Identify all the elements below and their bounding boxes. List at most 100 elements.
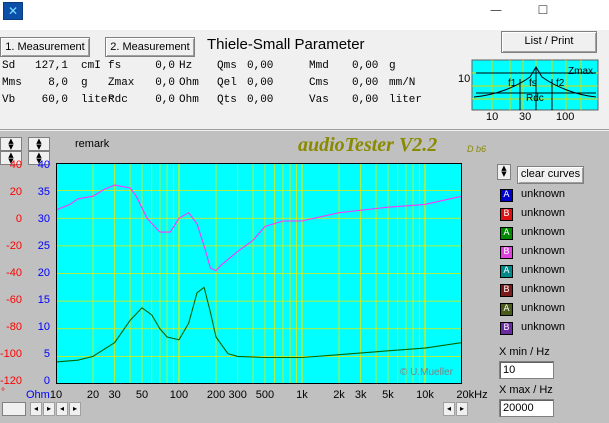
y-tick-impedance: 30	[37, 213, 50, 225]
app-brand: audioTester V2.2	[298, 134, 438, 156]
mini-graph-zmax-label: Zmax	[568, 66, 593, 77]
param-fs-unit: Hz	[179, 60, 193, 72]
mini-graph-x-tick: 100	[556, 111, 575, 123]
mini-graph-y-label: 10	[458, 73, 471, 85]
x-tick-label: 10	[49, 389, 63, 401]
scroll-right-button-2[interactable]: ▸	[69, 402, 81, 416]
param-qms-label: Qms	[217, 60, 237, 72]
x-zoom-control[interactable]	[2, 402, 26, 416]
y-tick-phase: -20	[6, 240, 22, 252]
y-scale-spinner-red[interactable]: ▲ ▼	[0, 137, 22, 151]
y-tick-impedance: 5	[43, 348, 50, 360]
y-tick-phase: -80	[6, 321, 22, 333]
param-rdc-value: 0,0	[155, 94, 175, 106]
legend-item[interactable]: Bunknown	[500, 283, 600, 299]
param-mms-label: Mms	[2, 77, 22, 89]
xmin-label: X min / Hz	[499, 346, 550, 358]
legend-item[interactable]: Aunknown	[500, 226, 600, 242]
legend-swatch: B	[500, 208, 513, 221]
y-tick-phase: 20	[9, 186, 22, 198]
y-tick-impedance: 0	[43, 375, 50, 387]
scroll-right-button-1[interactable]: ▸	[43, 402, 55, 416]
panel-title: Thiele-Small Parameter	[207, 36, 365, 53]
curve-spinner[interactable]: ▲ ▼	[497, 164, 511, 180]
y-tick-impedance: 10	[37, 321, 50, 333]
scroll-left-button-3[interactable]: ◂	[443, 402, 455, 416]
param-cms-value: 0,00	[352, 77, 379, 89]
legend-label: unknown	[521, 321, 566, 333]
y-tick-impedance: 20	[37, 267, 50, 279]
legend-item[interactable]: Bunknown	[500, 321, 600, 337]
legend-swatch: A	[500, 227, 513, 240]
minimize-button[interactable]: —	[473, 0, 519, 22]
legend-label: unknown	[521, 226, 566, 238]
mini-graph-x-tick: 10	[486, 111, 499, 123]
xmax-input[interactable]: 20000	[499, 399, 554, 417]
mini-graph-f2-label: f2	[556, 78, 565, 89]
legend-swatch: B	[500, 322, 513, 335]
mini-impedance-graph: 10 Zmax f1 fs f2 Rdc 10 30 100	[456, 57, 601, 129]
param-qms-value: 0,00	[247, 60, 274, 72]
app-icon: ✕	[3, 2, 23, 20]
frequency-response-chart	[56, 163, 462, 384]
x-tick-label: 20	[86, 389, 100, 401]
y-tick-impedance: 35	[37, 186, 50, 198]
param-vb-label: Vb	[2, 94, 16, 106]
maximize-button[interactable]: ☐	[520, 0, 566, 22]
param-qel-label: Qel	[217, 77, 237, 89]
y-tick-phase: 40	[9, 159, 22, 171]
legend-swatch: A	[500, 189, 513, 202]
y-tick-phase: 0	[15, 213, 22, 225]
x-tick-label: 10k	[416, 389, 434, 401]
mini-graph-fs-label: fs	[529, 78, 537, 89]
x-tick-label: 50	[135, 389, 149, 401]
x-tick-label: 1k	[296, 389, 308, 401]
legend-label: unknown	[521, 302, 566, 314]
list-print-button[interactable]: List / Print	[501, 31, 597, 53]
legend-label: unknown	[521, 264, 566, 276]
param-zmax-value: 0,0	[155, 77, 175, 89]
legend-item[interactable]: Aunknown	[500, 264, 600, 280]
param-rdc-unit: Ohm	[179, 94, 199, 106]
x-tick-label: 100	[169, 389, 189, 401]
param-cms-label: Cms	[309, 77, 329, 89]
param-vas-value: 0,00	[352, 94, 379, 106]
y-scale-spinner-blue[interactable]: ▲ ▼	[28, 137, 50, 151]
legend-item[interactable]: Aunknown	[500, 302, 600, 318]
legend-item[interactable]: Bunknown	[500, 207, 600, 223]
param-mmd-value: 0,00	[352, 60, 379, 72]
scroll-left-button-2[interactable]: ◂	[56, 402, 68, 416]
param-mmd-label: Mmd	[309, 60, 329, 72]
scroll-right-button-3[interactable]: ▸	[456, 402, 468, 416]
legend-label: unknown	[521, 207, 566, 219]
scroll-left-button-1[interactable]: ◂	[30, 402, 42, 416]
legend-label: unknown	[521, 283, 566, 295]
ohm-unit-label: Ohm	[26, 389, 50, 401]
legend-swatch: B	[500, 284, 513, 297]
param-mms-unit: g	[81, 77, 88, 89]
xmax-label: X max / Hz	[499, 384, 553, 396]
legend-label: unknown	[521, 245, 566, 257]
legend-label: unknown	[521, 188, 566, 200]
param-sd-label: Sd	[2, 60, 16, 72]
y-tick-impedance: 40	[37, 159, 50, 171]
xmin-input[interactable]: 10	[499, 361, 554, 379]
param-qts-label: Qts	[217, 94, 237, 106]
param-fs-label: fs	[108, 60, 122, 72]
measurement-2-button[interactable]: 2. Measurement	[105, 37, 195, 57]
mini-graph-x-tick: 30	[519, 111, 532, 123]
degree-unit-label: °	[1, 387, 5, 398]
copyright-label: © U.Mueller	[400, 367, 453, 378]
param-zmax-unit: Ohm	[179, 77, 199, 89]
param-vas-unit: liter	[389, 94, 423, 106]
clear-curves-button[interactable]: clear curves	[517, 166, 584, 184]
x-tick-label: 3k	[354, 389, 367, 401]
param-fs-value: 0,0	[155, 60, 175, 72]
legend-swatch: B	[500, 246, 513, 259]
param-mms-value: 8,0	[48, 77, 68, 89]
legend-item[interactable]: Bunknown	[500, 245, 600, 261]
x-tick-label: 30	[108, 389, 121, 401]
measurement-1-button[interactable]: 1. Measurement	[0, 37, 90, 57]
x-tick-label: 500	[255, 389, 275, 401]
legend-item[interactable]: Aunknown	[500, 188, 600, 204]
